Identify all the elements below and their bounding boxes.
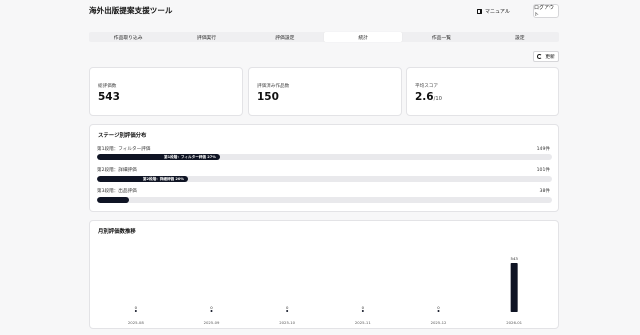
chart-bar bbox=[286, 310, 289, 312]
monthly-bar-chart: 0 2025-08 0 2025-09 0 2025-10 0 2025-11 0 2025-12… bbox=[128, 256, 523, 325]
stage-label: 第2段階：詳細評価 bbox=[97, 168, 137, 173]
stat-value: 150 bbox=[257, 91, 279, 103]
chart-tick-label: 2025-09 bbox=[204, 320, 220, 325]
stage-count: 38件 bbox=[539, 189, 550, 194]
stat-card-evaluated-works: 評価済み作品数 150 bbox=[248, 67, 402, 116]
chart-bar bbox=[134, 310, 137, 312]
chart-value-label: 0 bbox=[437, 305, 440, 310]
stat-unit: /10 bbox=[433, 96, 442, 102]
stage-count: 101件 bbox=[536, 168, 550, 173]
refresh-icon bbox=[537, 54, 543, 59]
chart-bar bbox=[510, 263, 518, 312]
tab-import[interactable]: 作品取り込み bbox=[89, 32, 167, 42]
stage-bar-label: 第2段階：詳細評価 20% bbox=[142, 176, 184, 181]
manual-button-label: マニュアル bbox=[485, 9, 510, 15]
chart-tick-label: 2026-01 bbox=[506, 320, 522, 325]
main-tabs: 作品取り込み 評価実行 評価設定 統計 作品一覧 設定 bbox=[89, 32, 559, 42]
stage-label: 第1段階：フィルター評価 bbox=[97, 147, 151, 152]
stat-label: 平均スコア bbox=[415, 84, 438, 89]
stat-value: 2.6/10 bbox=[415, 91, 442, 103]
refresh-button-label: 更新 bbox=[545, 55, 555, 60]
app-header: 海外出版提案支援ツール マニュアル ログアウト bbox=[0, 0, 640, 25]
chart-tick-label: 2025-12 bbox=[431, 320, 447, 325]
stage-bar-track bbox=[97, 197, 552, 203]
stage-bar-fill bbox=[97, 197, 129, 203]
chart-value-label: 0 bbox=[286, 305, 289, 310]
stage-label: 第3段階：出品評価 bbox=[97, 189, 137, 194]
stage-bar-label: 第1段階：フィルター評価 27% bbox=[164, 154, 216, 159]
logout-button[interactable]: ログアウト bbox=[533, 4, 559, 18]
stat-label: 評価済み作品数 bbox=[257, 84, 290, 89]
chart-tick-label: 2025-08 bbox=[128, 320, 144, 325]
tab-works-list[interactable]: 作品一覧 bbox=[402, 32, 480, 42]
book-icon bbox=[477, 9, 482, 14]
chart-value-label: 0 bbox=[362, 305, 365, 310]
stat-card-average-score: 平均スコア 2.6/10 bbox=[406, 67, 559, 116]
chart-bar bbox=[210, 310, 213, 312]
stat-value: 543 bbox=[98, 91, 120, 103]
refresh-button[interactable]: 更新 bbox=[533, 51, 559, 62]
tab-evaluate[interactable]: 評価実行 bbox=[167, 32, 245, 42]
chart-bar bbox=[361, 310, 364, 312]
stage-bar-fill: 第1段階：フィルター評価 27% bbox=[97, 154, 220, 160]
stage-bar-track: 第1段階：フィルター評価 27% bbox=[97, 154, 552, 160]
app-title: 海外出版提案支援ツール bbox=[89, 6, 173, 15]
stage-bar-fill: 第2段階：詳細評価 20% bbox=[97, 176, 188, 182]
manual-button[interactable]: マニュアル bbox=[471, 5, 516, 18]
stat-card-total-evaluations: 総評価数 543 bbox=[89, 67, 243, 116]
chart-bar bbox=[437, 310, 440, 312]
stat-label: 総評価数 bbox=[98, 84, 117, 89]
tab-eval-settings[interactable]: 評価設定 bbox=[246, 32, 324, 42]
tab-statistics[interactable]: 統計 bbox=[323, 32, 403, 42]
section-title: ステージ別評価分布 bbox=[98, 133, 147, 139]
chart-value-label: 0 bbox=[210, 305, 213, 310]
chart-tick-label: 2025-11 bbox=[355, 320, 371, 325]
stage-distribution-card: ステージ別評価分布 第1段階：フィルター評価 149件 第1段階：フィルター評価… bbox=[89, 124, 559, 212]
chart-tick-label: 2025-10 bbox=[279, 320, 295, 325]
tab-settings[interactable]: 設定 bbox=[481, 32, 559, 42]
chart-value-label: 0 bbox=[135, 305, 138, 310]
stage-count: 149件 bbox=[536, 147, 550, 152]
monthly-chart-card: 月別評価数推移 0 2025-08 0 2025-09 0 2025-10 0 2025-11… bbox=[89, 220, 559, 329]
stage-bar-track: 第2段階：詳細評価 20% bbox=[97, 176, 552, 182]
chart-value-label: 543 bbox=[511, 256, 519, 261]
